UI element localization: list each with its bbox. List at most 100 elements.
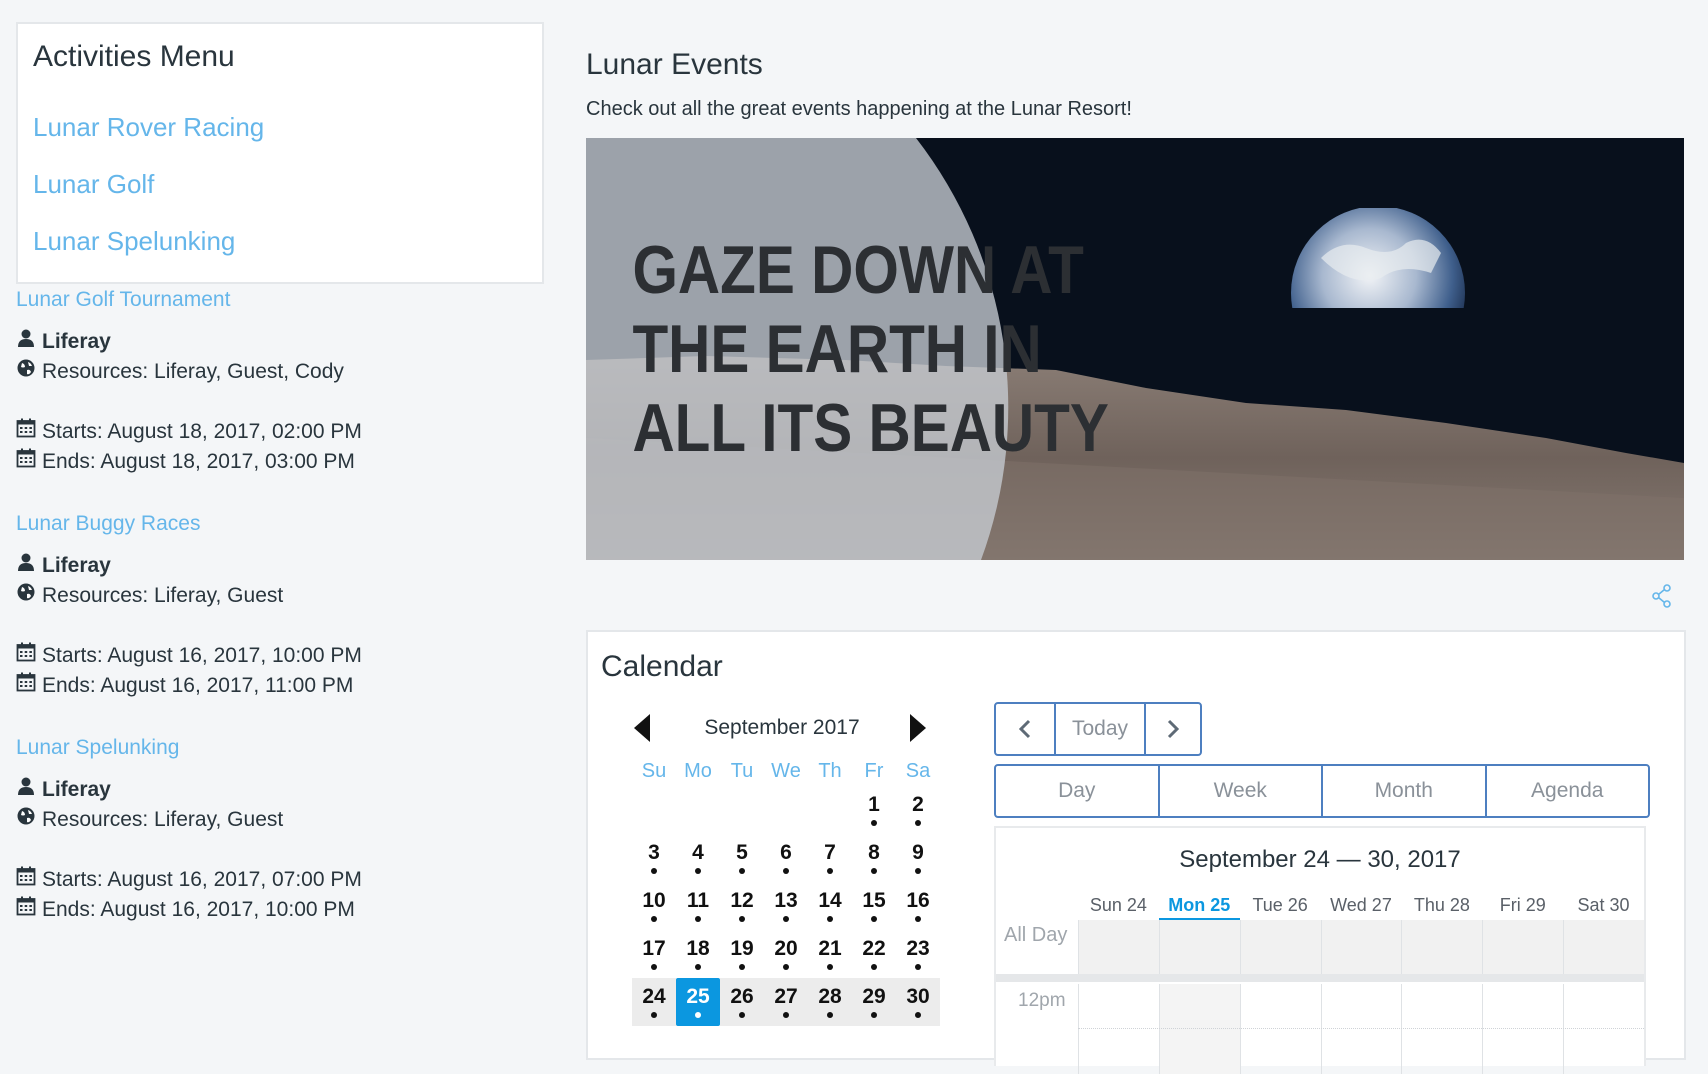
week-day-header[interactable]: Wed 27: [1321, 892, 1402, 918]
event-ends: Ends: August 16, 2017, 10:00 PM: [16, 895, 536, 925]
mini-calendar-day[interactable]: 1: [852, 786, 896, 834]
mini-calendar-day[interactable]: 4: [676, 834, 720, 882]
all-day-row[interactable]: [1078, 920, 1644, 974]
mini-calendar-day[interactable]: 16: [896, 882, 940, 930]
weekday-label: We: [771, 760, 801, 782]
event-dot: [915, 1012, 921, 1018]
mini-calendar-day[interactable]: 2: [896, 786, 940, 834]
user-icon: [16, 327, 42, 357]
weekday-label: Sa: [905, 760, 931, 782]
calendar-icon: [16, 641, 42, 671]
page-description: Check out all the great events happening…: [586, 98, 1132, 120]
view-week-button[interactable]: Week: [1157, 766, 1321, 816]
chevron-left-icon: [1018, 719, 1031, 739]
event-starts-text: Starts: August 18, 2017, 02:00 PM: [42, 420, 362, 443]
all-day-label: All Day: [1004, 924, 1068, 946]
page-title: Lunar Events: [586, 48, 763, 81]
menu-link-lunar-rover-racing[interactable]: Lunar Rover Racing: [33, 112, 264, 143]
week-day-header[interactable]: Sun 24: [1078, 892, 1159, 918]
view-switcher: Day Week Month Agenda: [994, 764, 1650, 818]
calendar-title: Calendar: [601, 650, 723, 683]
mini-calendar-day[interactable]: 13: [764, 882, 808, 930]
event-dot: [739, 1012, 745, 1018]
mini-calendar-day[interactable]: 7: [808, 834, 852, 882]
calendar-icon: [16, 865, 42, 895]
menu-link-lunar-golf[interactable]: Lunar Golf: [33, 169, 154, 200]
week-view: September 24 — 30, 2017 Sun 24 Mon 25 Tue …: [994, 826, 1646, 1074]
mini-calendar-day[interactable]: 29: [852, 978, 896, 1026]
mini-calendar-day[interactable]: 9: [896, 834, 940, 882]
calendar-icon: [16, 671, 42, 701]
event-title-link[interactable]: Lunar Golf Tournament: [16, 287, 536, 313]
mini-calendar-day[interactable]: 24: [632, 978, 676, 1026]
mini-calendar-day[interactable]: 10: [632, 882, 676, 930]
globe-icon: [16, 805, 42, 835]
mini-calendar-day[interactable]: 20: [764, 930, 808, 978]
mini-calendar-day[interactable]: 18: [676, 930, 720, 978]
week-day-header[interactable]: Tue 26: [1240, 892, 1321, 918]
event-dot: [871, 868, 877, 874]
event-ends: Ends: August 18, 2017, 03:00 PM: [16, 447, 536, 477]
event-dot: [915, 868, 921, 874]
mini-calendar-day[interactable]: 14: [808, 882, 852, 930]
week-day-header[interactable]: Fri 29: [1482, 892, 1563, 918]
event-title-link[interactable]: Lunar Buggy Races: [16, 511, 536, 537]
mini-calendar-day[interactable]: 28: [808, 978, 852, 1026]
mini-calendar-day[interactable]: 6: [764, 834, 808, 882]
event-title-link[interactable]: Lunar Spelunking: [16, 735, 536, 761]
event-resources: Resources: Liferay, Guest, Cody: [16, 357, 536, 387]
mini-calendar-day[interactable]: 5: [720, 834, 764, 882]
today-button[interactable]: Today: [1054, 704, 1144, 754]
mini-calendar-day[interactable]: 3: [632, 834, 676, 882]
mini-calendar-day[interactable]: 11: [676, 882, 720, 930]
event-dot: [739, 868, 745, 874]
event-dot: [695, 868, 701, 874]
week-day-header[interactable]: Sat 30: [1563, 892, 1644, 918]
banner-text-line3: ALL ITS BEAUTY: [632, 391, 1108, 466]
globe-icon: [16, 357, 42, 387]
mini-calendar-header: September 2017: [632, 708, 932, 748]
event-dot: [871, 820, 877, 826]
event-starts-text: Starts: August 16, 2017, 10:00 PM: [42, 644, 362, 667]
menu-link-lunar-spelunking[interactable]: Lunar Spelunking: [33, 226, 235, 257]
mini-calendar-day[interactable]: 22: [852, 930, 896, 978]
empty-day-cell: [676, 786, 720, 834]
week-day-header[interactable]: Thu 28: [1401, 892, 1482, 918]
event-dot: [827, 916, 833, 922]
mini-calendar-day[interactable]: 12: [720, 882, 764, 930]
mini-calendar-day[interactable]: 17: [632, 930, 676, 978]
banner-image: GAZE DOWN AT THE EARTH IN ALL ITS BEAUTY: [586, 138, 1684, 560]
mini-calendar-today[interactable]: 25: [676, 978, 720, 1026]
share-icon[interactable]: [1652, 584, 1672, 608]
next-button[interactable]: [1144, 704, 1200, 754]
chevron-right-icon: [1167, 719, 1180, 739]
mini-calendar-day[interactable]: 19: [720, 930, 764, 978]
all-day-divider: [996, 974, 1644, 982]
empty-day-cell: [764, 786, 808, 834]
mini-calendar-day[interactable]: 26: [720, 978, 764, 1026]
mini-calendar-day[interactable]: 15: [852, 882, 896, 930]
weekday-label: Mo: [684, 760, 712, 782]
mini-calendar-day[interactable]: 27: [764, 978, 808, 1026]
weekday-label: Fr: [864, 760, 884, 782]
mini-calendar-day[interactable]: 8: [852, 834, 896, 882]
date-navigation: Today: [994, 702, 1202, 756]
view-agenda-button[interactable]: Agenda: [1484, 766, 1649, 816]
hour-row[interactable]: [1078, 984, 1644, 1074]
mini-calendar-day[interactable]: 23: [896, 930, 940, 978]
previous-button[interactable]: [996, 704, 1054, 754]
event-resources: Resources: Liferay, Guest: [16, 581, 536, 611]
view-month-button[interactable]: Month: [1321, 766, 1485, 816]
event-dot: [739, 964, 745, 970]
week-day-header-today[interactable]: Mon 25: [1158, 892, 1240, 921]
mini-calendar-day[interactable]: 21: [808, 930, 852, 978]
empty-day-cell: [720, 786, 764, 834]
calendar-icon: [16, 447, 42, 477]
event-dot: [651, 964, 657, 970]
view-day-button[interactable]: Day: [996, 766, 1158, 816]
event-dot: [651, 868, 657, 874]
next-month-icon[interactable]: [910, 714, 926, 742]
mini-calendar-month: September 2017: [704, 716, 860, 739]
event-resources-text: Resources: Liferay, Guest: [42, 808, 284, 831]
mini-calendar-day[interactable]: 30: [896, 978, 940, 1026]
